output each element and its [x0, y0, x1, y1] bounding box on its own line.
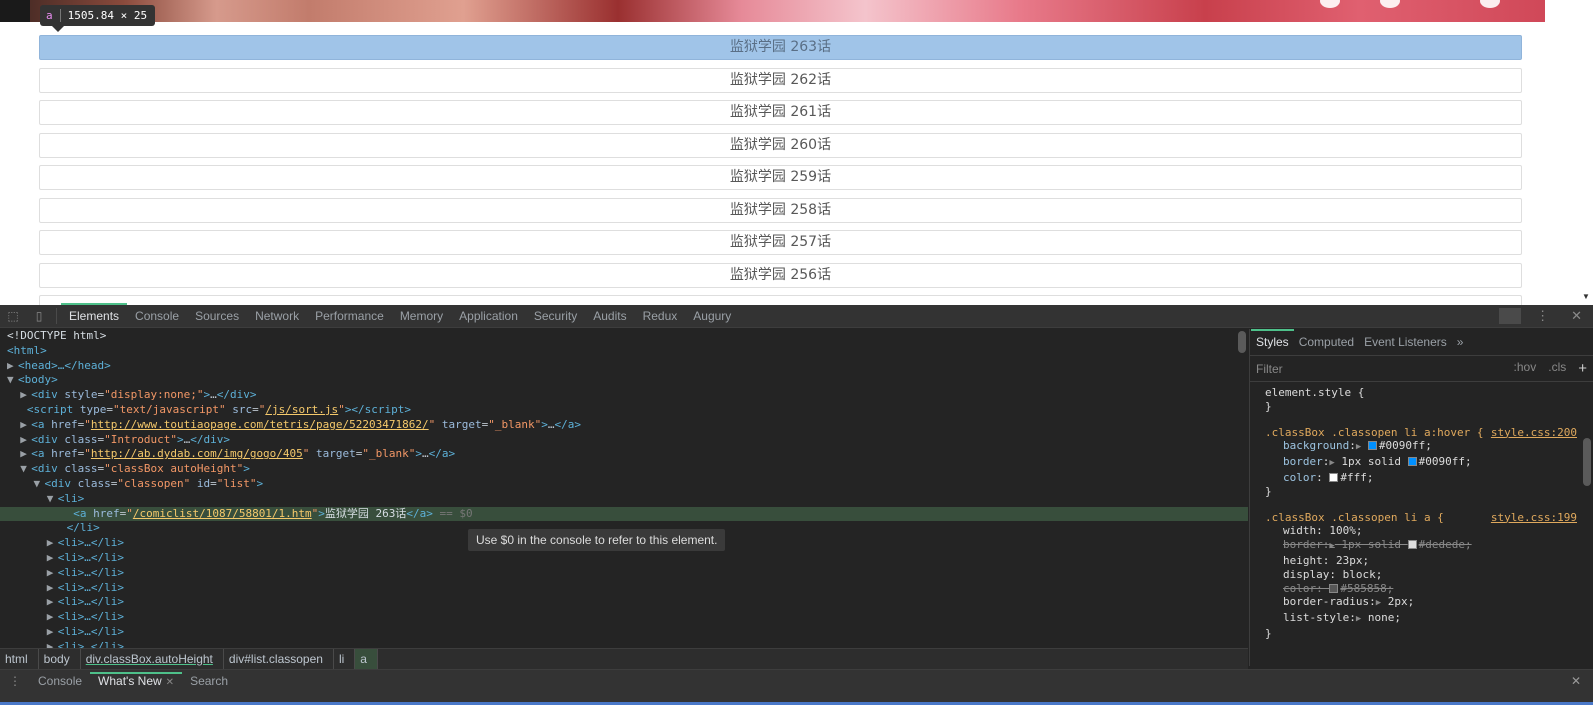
- dom-line[interactable]: ▼ <body>: [0, 373, 1248, 388]
- styles-filter-bar: Filter :hov .cls +: [1250, 356, 1593, 382]
- breadcrumb: html body div.classBox.autoHeight div#li…: [0, 648, 1248, 670]
- styles-filter-input[interactable]: Filter: [1256, 362, 1283, 376]
- dom-line[interactable]: ▶ <a href="http://www.toutiaopage.com/tet…: [0, 418, 1248, 433]
- drawer-tab-console[interactable]: Console: [30, 674, 90, 688]
- tab-elements[interactable]: Elements: [61, 302, 128, 328]
- dom-line[interactable]: ▶ <div class="Introduct">…</div>: [0, 433, 1248, 448]
- chapter-link[interactable]: 监狱学园 260话: [39, 132, 1522, 158]
- tab-augury[interactable]: Augury: [685, 305, 739, 328]
- tab-redux[interactable]: Redux: [635, 305, 686, 328]
- more-options-icon[interactable]: ⋮: [1525, 308, 1560, 324]
- dom-line[interactable]: <html>: [0, 344, 1248, 359]
- rule-hover[interactable]: style.css:200 .classBox .classopen li a:h…: [1265, 426, 1577, 499]
- rule-element-style[interactable]: element.style { }: [1265, 386, 1577, 414]
- collapsed-arrow-icon: ▶: [7, 358, 14, 372]
- expanded-arrow-icon: ▼: [7, 373, 14, 387]
- chapter-link[interactable]: 监狱学园 257话: [39, 230, 1522, 255]
- devtools-panel: ⬚ ▯ Elements Console Sources Network Per…: [0, 302, 1593, 705]
- breadcrumb-classbox[interactable]: div.classBox.autoHeight: [81, 648, 224, 670]
- chapter-link[interactable]: 监狱学园 256话: [39, 262, 1522, 288]
- tab-computed[interactable]: Computed: [1294, 331, 1359, 354]
- chapter-link[interactable]: 监狱学园 259话: [39, 165, 1522, 190]
- hov-toggle[interactable]: :hov: [1514, 360, 1537, 377]
- tab-audits[interactable]: Audits: [585, 305, 634, 328]
- breadcrumb-list[interactable]: div#list.classopen: [224, 648, 334, 670]
- tab-security[interactable]: Security: [526, 305, 585, 328]
- tooltip-size: 1505.84 × 25: [67, 9, 148, 22]
- devtools-toolbar: ⬚ ▯ Elements Console Sources Network Per…: [0, 302, 1593, 328]
- chapter-link[interactable]: 监狱学园 261话: [39, 100, 1522, 125]
- breadcrumb-a[interactable]: a: [355, 648, 378, 670]
- chapter-list: 监狱学园 263话 监狱学园 262话 监狱学园 261话 监狱学园 260话 …: [39, 35, 1522, 305]
- rule-source-link[interactable]: style.css:199: [1491, 511, 1577, 525]
- new-rule-plus-icon[interactable]: +: [1578, 360, 1587, 377]
- dom-line[interactable]: ▼ <div class="classopen" id="list">: [0, 477, 1248, 492]
- dom-line[interactable]: ▶ <head>…</head>: [0, 359, 1248, 374]
- inspect-element-icon[interactable]: ⬚: [0, 305, 26, 328]
- chapter-link[interactable]: 监狱学园 263话: [39, 35, 1522, 60]
- dom-line[interactable]: ▶ <li>…</li>: [0, 610, 1248, 625]
- tab-performance[interactable]: Performance: [307, 305, 392, 328]
- scroll-down-arrow-icon[interactable]: ▼: [1582, 292, 1590, 301]
- tab-application[interactable]: Application: [451, 305, 526, 328]
- styles-scrollbar-thumb[interactable]: [1583, 438, 1591, 486]
- tab-network[interactable]: Network: [247, 305, 307, 328]
- tab-styles[interactable]: Styles: [1251, 328, 1294, 354]
- drawer-menu-icon[interactable]: ⋮: [0, 674, 30, 688]
- dom-line[interactable]: ▶ <li>…</li>: [0, 581, 1248, 596]
- dom-line[interactable]: ▼ <li>: [0, 492, 1248, 507]
- drawer-tab-search[interactable]: Search: [182, 674, 236, 688]
- dom-line[interactable]: <!DOCTYPE html>: [0, 329, 1248, 344]
- dom-line[interactable]: ▶ <div style="display:none;">…</div>: [0, 388, 1248, 403]
- breadcrumb-html[interactable]: html: [0, 648, 39, 670]
- dom-line[interactable]: ▶ <li>…</li>: [0, 551, 1248, 566]
- dom-line[interactable]: ▶ <li>…</li>: [0, 595, 1248, 610]
- chapter-link[interactable]: 监狱学园 262话: [39, 67, 1522, 93]
- drawer-tab-whats-new[interactable]: What's New ✕: [90, 672, 183, 690]
- device-toolbar-icon[interactable]: ▯: [26, 305, 52, 328]
- console-ref-tooltip: Use $0 in the console to refer to this e…: [468, 529, 726, 551]
- tab-sources[interactable]: Sources: [187, 305, 247, 328]
- comic-banner-image: [0, 0, 1545, 22]
- page-viewport: a 1505.84 × 25 监狱学园 263话 监狱学园 262话 监狱学园 …: [0, 0, 1593, 305]
- close-devtools-icon[interactable]: ✕: [1560, 308, 1593, 324]
- more-tabs-chevron-icon[interactable]: »: [1452, 331, 1469, 354]
- rule-link[interactable]: style.css:199 .classBox .classopen li a {…: [1265, 511, 1577, 641]
- tooltip-tag: a: [46, 9, 53, 22]
- inspect-element-tooltip: a 1505.84 × 25: [40, 5, 156, 32]
- devtools-drawer: ⋮ Console What's New ✕ Search ✕: [0, 669, 1593, 705]
- rule-source-link[interactable]: style.css:200: [1491, 426, 1577, 440]
- styles-pane: Styles Computed Event Listeners » Filter…: [1249, 328, 1593, 666]
- dom-line[interactable]: ▶ <a href="http://ab.dydab.com/img/gogo/4…: [0, 447, 1248, 462]
- dom-line[interactable]: <script type="text/javascript" src="/js/…: [0, 403, 1248, 418]
- styles-rules: element.style { } style.css:200 .classBox…: [1250, 382, 1593, 641]
- cls-toggle[interactable]: .cls: [1548, 360, 1566, 377]
- dom-line[interactable]: ▼ <div class="classBox autoHeight">: [0, 462, 1248, 477]
- tab-event-listeners[interactable]: Event Listeners: [1359, 331, 1452, 354]
- styles-tabbar: Styles Computed Event Listeners »: [1250, 328, 1593, 356]
- close-drawer-icon[interactable]: ✕: [1571, 674, 1593, 688]
- dom-line-selected[interactable]: <a href="/comiclist/1087/58801/1.htm">监狱…: [0, 506, 1248, 522]
- dom-line[interactable]: ▶ <li>…</li>: [0, 566, 1248, 581]
- dom-line[interactable]: ▶ <li>…</li>: [0, 625, 1248, 640]
- dom-tree: <!DOCTYPE html> <html> ▶ <head>…</head> ▼…: [0, 329, 1248, 654]
- dom-scrollbar-thumb[interactable]: [1238, 331, 1246, 353]
- chapter-link[interactable]: 监狱学园 258话: [39, 197, 1522, 223]
- tab-memory[interactable]: Memory: [392, 305, 451, 328]
- breadcrumb-body[interactable]: body: [39, 648, 81, 670]
- tab-console[interactable]: Console: [127, 305, 187, 328]
- close-tab-icon[interactable]: ✕: [166, 677, 174, 688]
- breadcrumb-li[interactable]: li: [334, 648, 356, 670]
- chapter-link[interactable]: [39, 295, 1522, 305]
- page-scrollbar[interactable]: ▼: [1579, 0, 1593, 305]
